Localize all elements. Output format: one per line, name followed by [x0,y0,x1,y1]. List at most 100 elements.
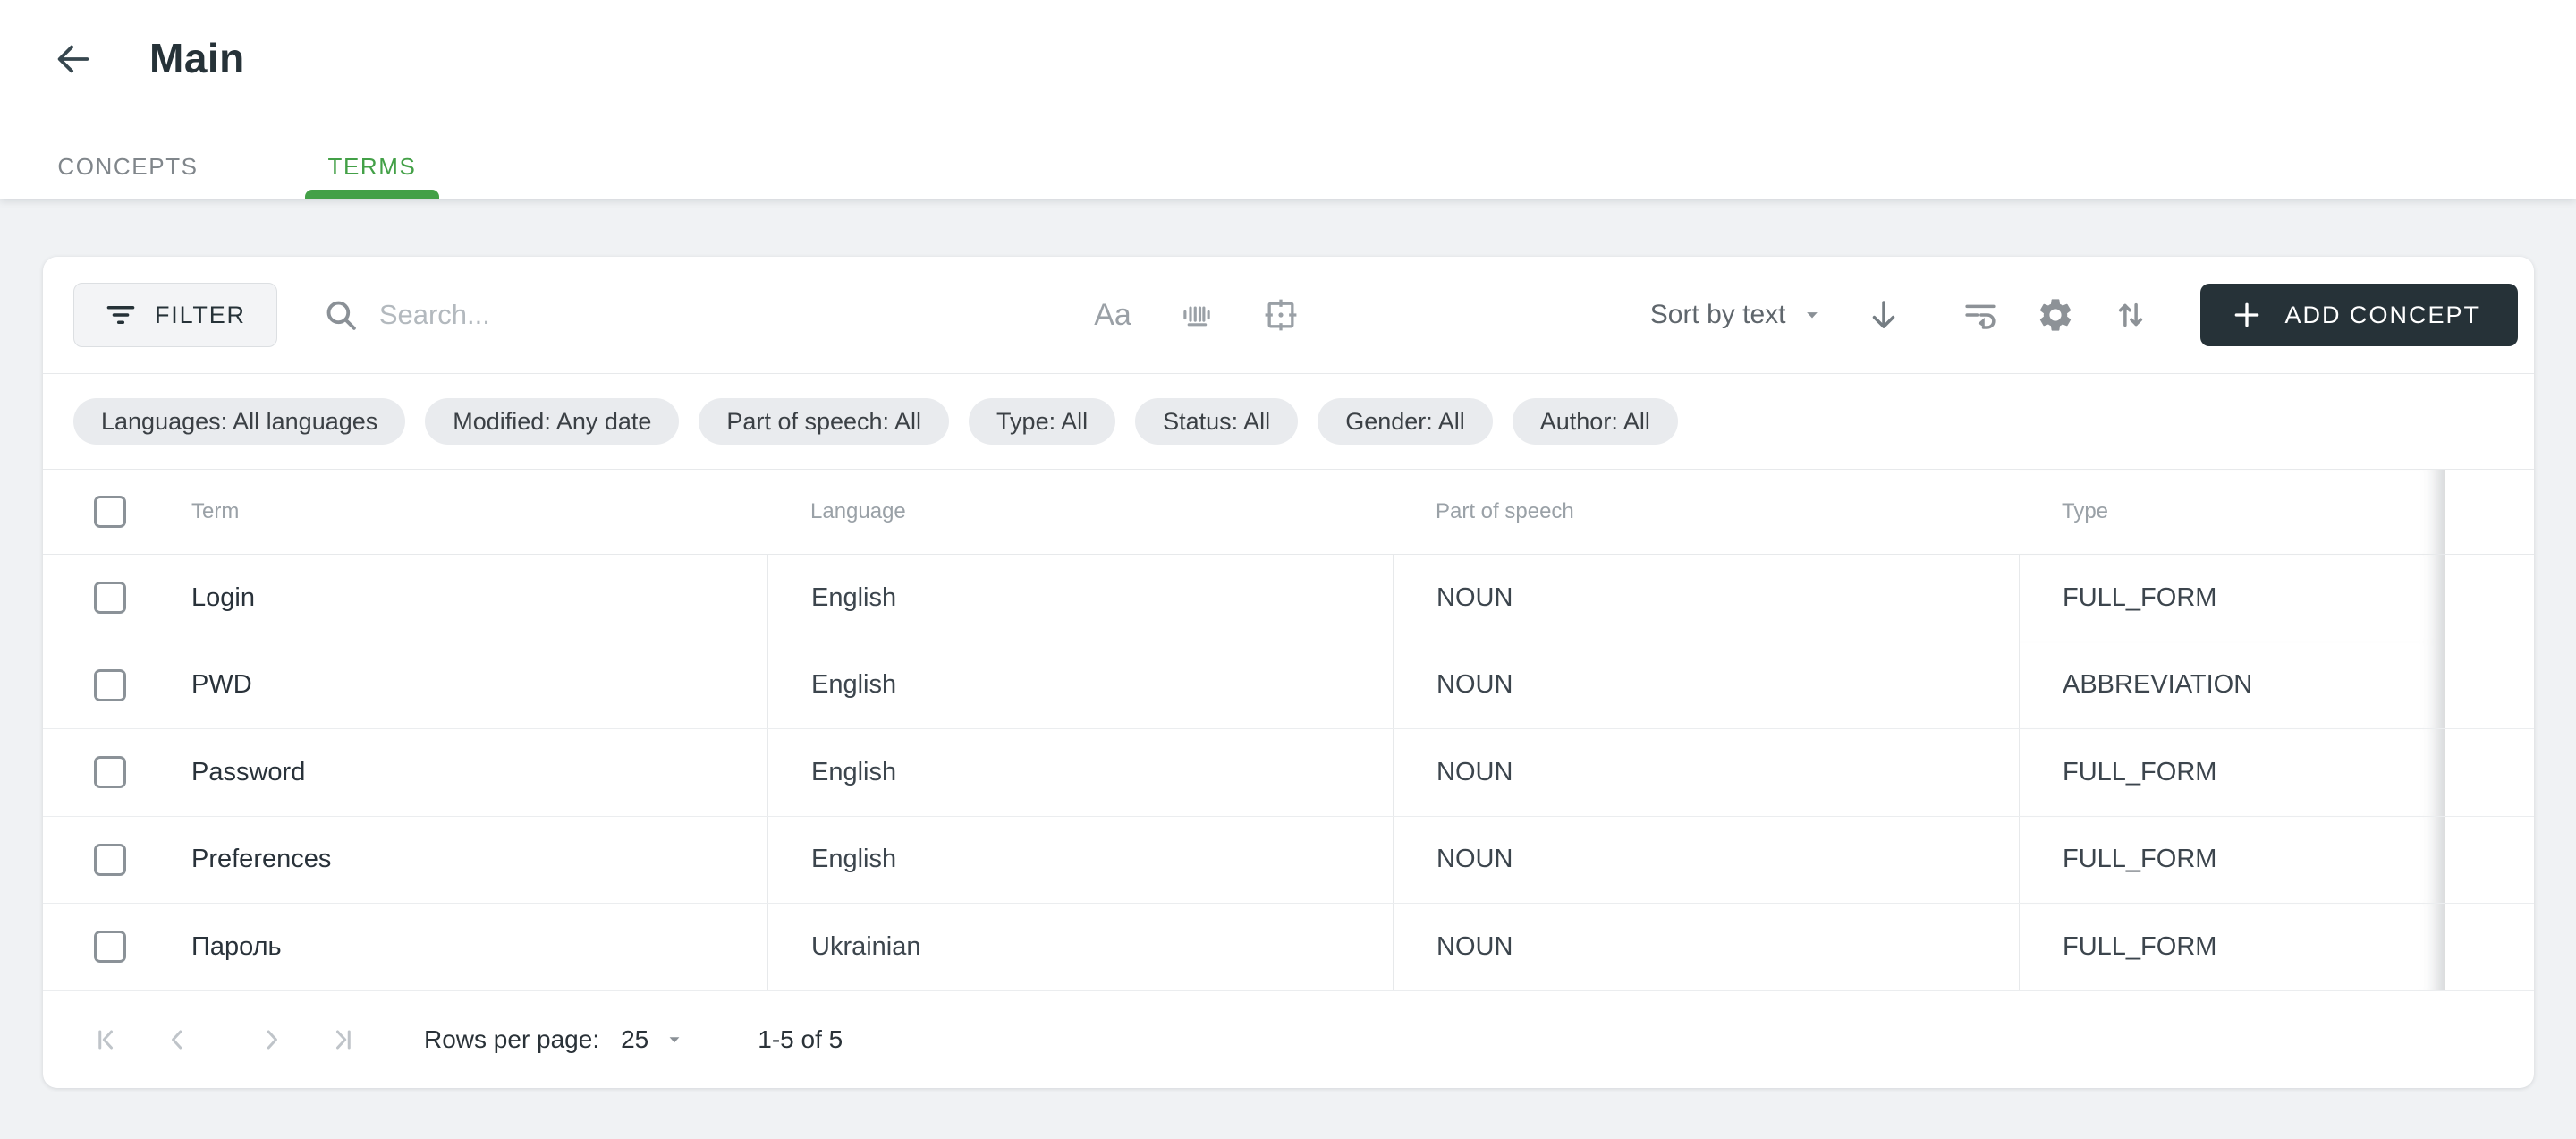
part-of-speech-cell: NOUN [1393,817,2019,904]
filter-chip[interactable]: Status: All [1135,398,1298,445]
wrap-order-icon [1962,296,1999,334]
language-cell: English [767,642,1393,729]
table-row[interactable]: Пароль UkrainianNOUNFULL_FORM [43,904,2534,991]
sort-direction-button[interactable] [1862,293,1905,336]
last-page-button[interactable] [324,1022,360,1058]
select-all-checkbox[interactable] [94,496,126,528]
settings-button[interactable] [2034,293,2077,336]
row-checkbox[interactable] [94,844,126,876]
page-title: Main [149,34,245,82]
language-cell: English [767,555,1393,642]
filter-chip[interactable]: Modified: Any date [425,398,679,445]
tab-concepts[interactable]: CONCEPTS [36,134,220,199]
header-pinned-cell [2445,470,2534,554]
chevron-left-icon [161,1024,193,1056]
plus-icon [2229,297,2265,333]
barcode-search-button[interactable] [1175,293,1218,336]
app-header: Main CONCEPTS TERMS [0,0,2576,199]
row-checkbox[interactable] [94,582,126,614]
first-page-icon [91,1024,123,1056]
term-text: Login [191,583,255,613]
center-focus-icon [1261,295,1301,335]
tab-terms-label: TERMS [328,153,417,181]
terms-panel: FILTER Aa [43,257,2534,1088]
table-body: LoginEnglishNOUNFULL_FORMPWDEnglishNOUNA… [43,555,2534,991]
rows-per-page-label: Rows per page: [424,1025,599,1054]
arrow-down-icon [1865,296,1902,334]
term-text: Пароль [191,932,282,962]
pinned-cell [2445,817,2534,904]
term-cell: PWD [43,642,767,729]
search-box [322,296,880,334]
swap-vertical-icon [2112,296,2149,334]
pinned-cell [2445,904,2534,990]
tab-terms[interactable]: TERMS [305,134,439,199]
barcode-icon [1178,296,1216,334]
part-of-speech-cell: NOUN [1393,729,2019,816]
row-checkbox[interactable] [94,756,126,788]
term-text: Password [191,758,305,787]
table-row[interactable]: PWDEnglishNOUNABBREVIATION [43,642,2534,730]
language-cell: English [767,817,1393,904]
rows-per-page-select[interactable]: 25 [621,1025,648,1054]
term-cell: Password [43,729,767,816]
add-concept-label: ADD CONCEPT [2284,302,2480,329]
add-concept-button[interactable]: ADD CONCEPT [2200,284,2518,346]
swap-vertical-button[interactable] [2109,293,2152,336]
term-cell: Пароль [43,904,767,990]
type-cell: FULL_FORM [2019,817,2445,904]
filter-button[interactable]: FILTER [73,283,277,347]
part-of-speech-cell: NOUN [1393,904,2019,990]
wrap-order-button[interactable] [1959,293,2002,336]
language-cell: Ukrainian [767,904,1393,990]
table-header: Term Language Part of speech Type [43,470,2534,555]
term-cell: Login [43,555,767,642]
search-option-icons: Aa [1091,257,1302,373]
filter-chip[interactable]: Languages: All languages [73,398,405,445]
tab-concepts-label: CONCEPTS [57,153,198,181]
filter-chip[interactable]: Author: All [1513,398,1678,445]
rows-per-page-caret-icon[interactable] [663,1028,686,1051]
filter-chip[interactable]: Gender: All [1318,398,1493,445]
language-cell: English [767,729,1393,816]
pagination-range: 1-5 of 5 [758,1025,843,1054]
sort-by-dropdown[interactable]: Sort by text [1650,300,1786,330]
search-input[interactable] [379,299,880,331]
match-case-button[interactable]: Aa [1091,293,1134,336]
match-case-icon: Aa [1094,298,1131,333]
last-page-icon [326,1024,358,1056]
term-cell: Preferences [43,817,767,904]
previous-page-button[interactable] [159,1022,195,1058]
type-cell: ABBREVIATION [2019,642,2445,729]
filter-chip[interactable]: Part of speech: All [699,398,949,445]
chevron-right-icon [256,1024,288,1056]
pinned-cell [2445,729,2534,816]
column-header-part-of-speech: Part of speech [1393,470,2019,554]
column-header-part-of-speech-label: Part of speech [1436,499,1574,524]
arrow-left-icon [53,38,94,80]
center-focus-button[interactable] [1259,293,1302,336]
back-button[interactable] [50,36,97,82]
search-icon [322,296,360,334]
filter-chip[interactable]: Type: All [969,398,1115,445]
column-header-type-label: Type [2062,499,2108,524]
next-page-button[interactable] [254,1022,290,1058]
filter-chips: Languages: All languages Modified: Any da… [43,374,2534,470]
pagination-bar: Rows per page: 25 1-5 of 5 [43,991,2534,1089]
tab-bar: CONCEPTS TERMS [36,134,439,199]
filter-button-label: FILTER [155,302,246,329]
sort-caret-icon[interactable] [1800,302,1825,327]
table-row[interactable]: Password EnglishNOUNFULL_FORM [43,729,2534,817]
type-cell: FULL_FORM [2019,904,2445,990]
type-cell: FULL_FORM [2019,555,2445,642]
row-checkbox[interactable] [94,931,126,963]
term-text: Preferences [191,845,331,874]
table-row[interactable]: Preferences EnglishNOUNFULL_FORM [43,817,2534,905]
type-cell: FULL_FORM [2019,729,2445,816]
row-checkbox[interactable] [94,669,126,701]
pinned-cell [2445,555,2534,642]
table-row[interactable]: LoginEnglishNOUNFULL_FORM [43,555,2534,642]
column-header-type: Type [2019,470,2445,554]
column-header-term: Term [191,499,239,524]
first-page-button[interactable] [89,1022,125,1058]
